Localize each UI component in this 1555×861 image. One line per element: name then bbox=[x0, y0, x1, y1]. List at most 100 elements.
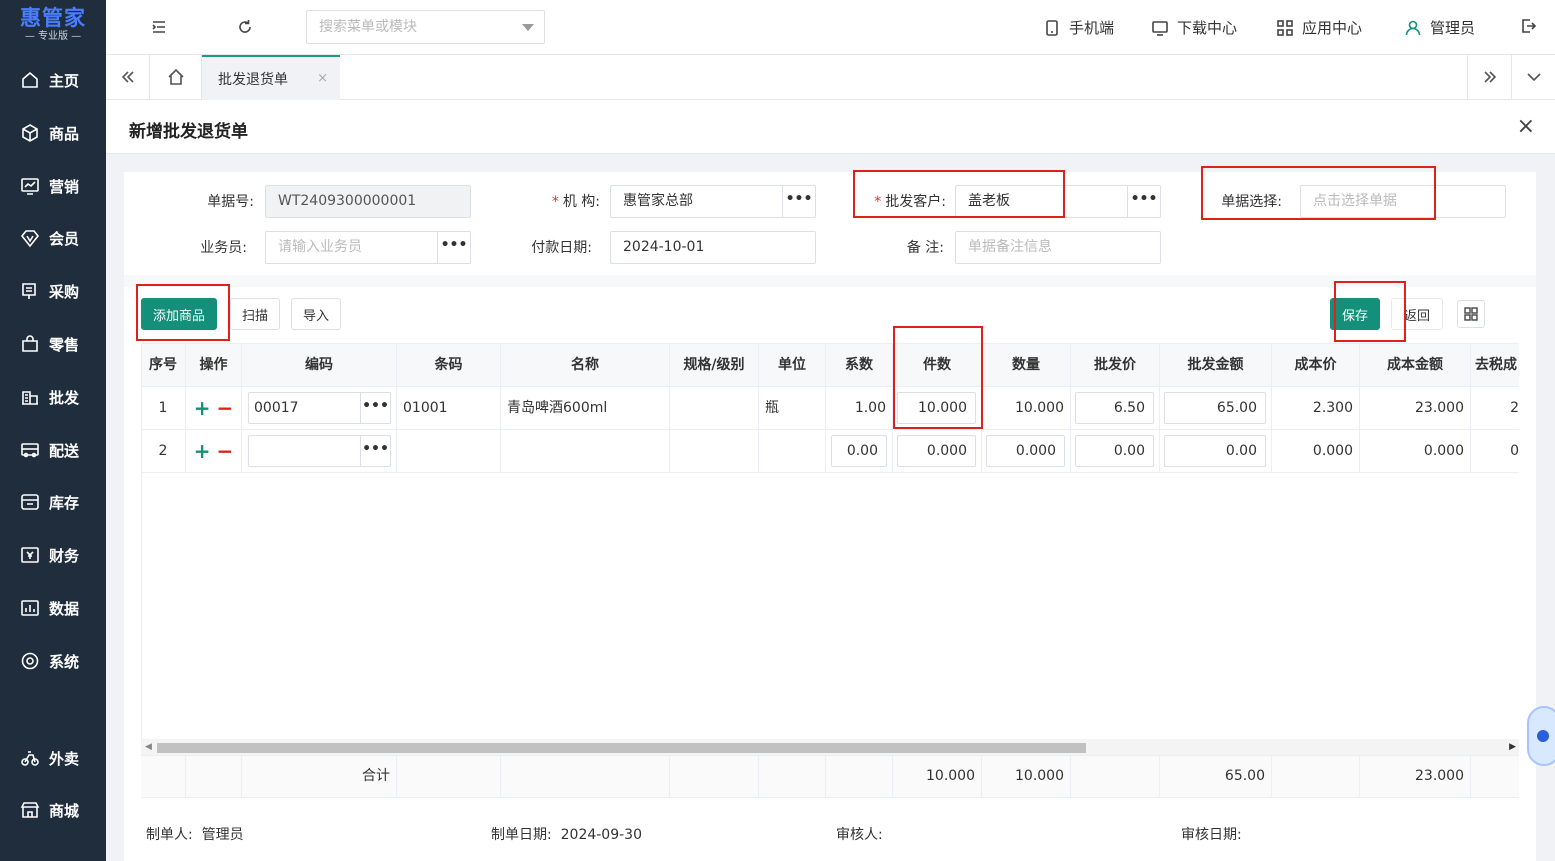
tab-wholesale-return[interactable]: 批发退货单 × bbox=[202, 55, 340, 100]
col-header: 序号 bbox=[141, 344, 186, 386]
scan-button[interactable]: 扫描 bbox=[230, 298, 280, 330]
amount-input[interactable]: 0.00 bbox=[1164, 435, 1266, 467]
tabs-scroll-right-button[interactable] bbox=[1467, 55, 1511, 99]
foot-cell bbox=[759, 756, 826, 797]
diamond-icon bbox=[20, 230, 40, 248]
refresh-icon[interactable] bbox=[236, 18, 256, 38]
more-icon[interactable]: ••• bbox=[360, 393, 390, 423]
factor-input[interactable]: 0.00 bbox=[831, 435, 887, 467]
double-chevron-left-icon bbox=[121, 71, 134, 83]
sidebar-item-label: 会员 bbox=[49, 229, 80, 248]
mobile-icon bbox=[1046, 19, 1058, 36]
code-input[interactable]: ••• bbox=[248, 435, 391, 467]
bar-chart-icon bbox=[21, 600, 39, 616]
sidebar-item-label: 外卖 bbox=[49, 749, 80, 768]
download-center-link[interactable]: 下载中心 bbox=[1151, 17, 1237, 38]
pay-date-field[interactable]: 2024-10-01 bbox=[610, 231, 816, 264]
sidebar-item-retail[interactable]: 零售 bbox=[0, 324, 106, 364]
tabs-more-button[interactable] bbox=[1511, 55, 1555, 99]
search-placeholder: 搜索菜单或模块 bbox=[319, 19, 417, 35]
col-header: 编码 bbox=[242, 344, 397, 386]
sidebar-item-finance[interactable]: 财务 bbox=[0, 535, 106, 575]
home-icon bbox=[22, 71, 38, 88]
col-header: 数量 bbox=[982, 344, 1071, 386]
cell-barcode bbox=[397, 430, 501, 472]
chevron-down-icon bbox=[1526, 73, 1541, 82]
app-center-link[interactable]: 应用中心 bbox=[1276, 17, 1362, 38]
chevron-down-icon bbox=[522, 24, 534, 31]
total-pieces: 10.000 bbox=[893, 756, 982, 797]
import-button[interactable]: 导入 bbox=[291, 298, 341, 330]
assistant-bot-icon[interactable] bbox=[1527, 706, 1555, 766]
sidebar-item-purchase[interactable]: 采购 bbox=[0, 271, 106, 311]
foot-cell bbox=[501, 756, 670, 797]
amount-input[interactable]: 65.00 bbox=[1164, 392, 1266, 424]
more-icon[interactable]: ••• bbox=[360, 436, 390, 466]
logout-button[interactable] bbox=[1519, 17, 1545, 35]
cell-qty: 10.000 bbox=[982, 387, 1071, 429]
sidebar-item-delivery[interactable]: 配送 bbox=[0, 430, 106, 470]
box-icon bbox=[22, 124, 38, 142]
org-field[interactable]: 惠管家总部 ••• bbox=[610, 185, 816, 218]
menu-toggle-icon[interactable] bbox=[150, 18, 170, 38]
col-header: 单位 bbox=[759, 344, 826, 386]
scrollbar-thumb[interactable] bbox=[157, 743, 1086, 753]
cell-barcode: 01001 bbox=[397, 387, 501, 429]
close-icon[interactable]: × bbox=[1517, 114, 1535, 139]
sidebar-item-label: 商城 bbox=[49, 801, 80, 820]
scroll-left-arrow-icon[interactable]: ◀ bbox=[145, 742, 152, 752]
add-row-icon[interactable]: + bbox=[194, 396, 211, 420]
salesman-field[interactable]: 请输入业务员 ••• bbox=[265, 231, 471, 264]
sidebar-item-label: 营销 bbox=[49, 177, 80, 196]
total-label: 合计 bbox=[242, 756, 397, 797]
grid-border bbox=[141, 343, 142, 798]
total-cost-amount: 23.000 bbox=[1360, 756, 1471, 797]
sidebar-item-label: 商品 bbox=[49, 124, 80, 143]
user-icon bbox=[1405, 20, 1421, 35]
sidebar-item-label: 配送 bbox=[49, 441, 80, 460]
sidebar-item-inventory[interactable]: 库存 bbox=[0, 482, 106, 522]
column-settings-button[interactable] bbox=[1457, 300, 1485, 328]
price-input[interactable]: 0.00 bbox=[1075, 435, 1154, 467]
sidebar-item-label: 财务 bbox=[49, 546, 80, 565]
mobile-link[interactable]: 手机端 bbox=[1043, 17, 1114, 38]
scroll-right-arrow-icon[interactable]: ▶ bbox=[1509, 742, 1516, 752]
logo: 惠管家 — 专业版 — bbox=[0, 0, 106, 54]
sidebar-item-home[interactable]: 主页 bbox=[0, 60, 106, 100]
tab-close-icon[interactable]: × bbox=[317, 71, 328, 86]
sidebar-item-mall[interactable]: 商城 bbox=[0, 790, 106, 830]
remove-row-icon[interactable]: − bbox=[217, 439, 234, 463]
sidebar-item-wholesale[interactable]: 批发 bbox=[0, 377, 106, 417]
qty-input[interactable]: 0.000 bbox=[986, 435, 1065, 467]
cell-price: 6.50 bbox=[1071, 387, 1160, 429]
cell-factor: 0.00 bbox=[826, 430, 893, 472]
form-panel: 单据号: WT2409300000001 * 机 构: 惠管家总部 ••• * 批发… bbox=[124, 166, 1536, 861]
add-row-icon[interactable]: + bbox=[194, 439, 211, 463]
cell-factor: 1.00 bbox=[826, 387, 893, 429]
sidebar-item-goods[interactable]: 商品 bbox=[0, 113, 106, 153]
grid-header: 序号 操作 编码 条码 名称 规格/级别 单位 系数 件数 数量 批发价 批发金… bbox=[141, 343, 1519, 387]
horizontal-scrollbar[interactable]: ◀ ▶ bbox=[141, 739, 1519, 755]
cell-cost-amount: 0.000 bbox=[1360, 430, 1471, 472]
user-menu[interactable]: 管理员 bbox=[1404, 17, 1475, 38]
tabs-scroll-left-button[interactable] bbox=[106, 55, 150, 99]
bike-icon bbox=[21, 751, 39, 766]
remark-field[interactable]: 单据备注信息 bbox=[955, 231, 1161, 264]
code-input[interactable]: 00017 ••• bbox=[248, 392, 391, 424]
more-icon[interactable]: ••• bbox=[782, 186, 815, 217]
pieces-input[interactable]: 0.000 bbox=[897, 435, 976, 467]
sidebar-item-member[interactable]: 会员 bbox=[0, 218, 106, 258]
page-title: 新增批发退货单 bbox=[129, 122, 248, 142]
sidebar: 惠管家 — 专业版 — 主页 商品 营销 会员 采购 零售 批发 配送 库存 财… bbox=[0, 0, 106, 861]
remove-row-icon[interactable]: − bbox=[217, 396, 234, 420]
more-icon[interactable]: ••• bbox=[1127, 186, 1160, 217]
sidebar-item-takeout[interactable]: 外卖 bbox=[0, 738, 106, 778]
sidebar-item-marketing[interactable]: 营销 bbox=[0, 166, 106, 206]
more-icon[interactable]: ••• bbox=[437, 232, 470, 263]
tab-home[interactable] bbox=[150, 55, 202, 99]
menu-search-select[interactable]: 搜索菜单或模块 bbox=[306, 10, 545, 44]
sidebar-item-data[interactable]: 数据 bbox=[0, 588, 106, 628]
price-input[interactable]: 6.50 bbox=[1075, 392, 1154, 424]
sidebar-item-system[interactable]: 系统 bbox=[0, 641, 106, 681]
foot-cell bbox=[397, 756, 501, 797]
